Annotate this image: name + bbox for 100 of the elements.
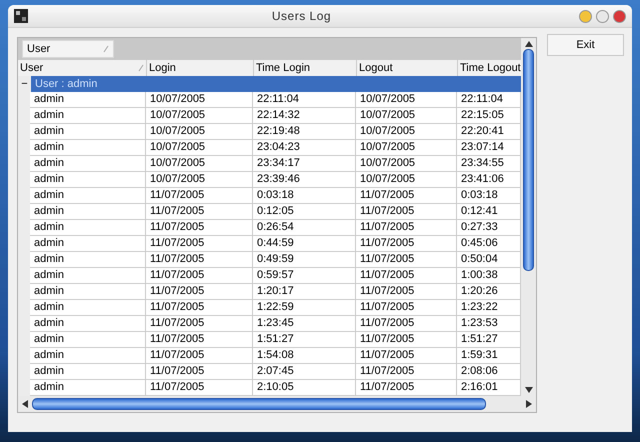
window-title: Users Log [270, 9, 332, 23]
table-cell: 1:22:59 [253, 300, 356, 316]
table-cell: 10/07/2005 [146, 108, 253, 124]
table-cell: admin [30, 188, 146, 204]
table-cell: admin [30, 236, 146, 252]
table-cell: 10/07/2005 [146, 172, 253, 188]
table-cell: 11/07/2005 [146, 284, 253, 300]
column-header[interactable]: Time Logout [458, 60, 522, 77]
table-cell: admin [30, 332, 146, 348]
table-cell: admin [30, 156, 146, 172]
table-cell: 22:14:32 [253, 108, 356, 124]
maximize-button[interactable] [596, 10, 609, 22]
column-header[interactable]: User [18, 60, 147, 77]
column-header[interactable]: Login [147, 60, 254, 77]
table-cell: admin [30, 284, 146, 300]
table-cell: admin [30, 268, 146, 284]
table-cell: 10/07/2005 [146, 156, 253, 172]
table-cell: 10/07/2005 [146, 124, 253, 140]
table-cell: 11/07/2005 [146, 316, 253, 332]
horizontal-scrollbar[interactable] [18, 396, 536, 412]
vertical-scrollbar[interactable] [521, 38, 536, 396]
header-label: Logout [359, 62, 393, 74]
exit-button[interactable]: Exit [547, 34, 624, 56]
table-cell: admin [30, 124, 146, 140]
table-cell: 0:03:18 [253, 188, 356, 204]
table-cell: 11/07/2005 [356, 236, 457, 252]
table-cell: 11/07/2005 [146, 268, 253, 284]
table-cell: admin [30, 220, 146, 236]
header-label: Login [149, 62, 176, 74]
table-cell: admin [30, 316, 146, 332]
group-row[interactable]: User : admin [31, 76, 521, 92]
table-cell: 10/07/2005 [146, 92, 253, 108]
table-cell: admin [30, 364, 146, 380]
table-cell: 0:59:57 [253, 268, 356, 284]
table-cell: 11/07/2005 [356, 252, 457, 268]
table-cell: admin [30, 252, 146, 268]
table-cell: 11/07/2005 [146, 220, 253, 236]
table-cell: admin [30, 92, 146, 108]
table-cell: admin [30, 204, 146, 220]
table-cell: 0:12:05 [253, 204, 356, 220]
table-cell: 0:26:54 [253, 220, 356, 236]
minimize-button[interactable] [579, 10, 592, 22]
table-cell: 10/07/2005 [356, 140, 457, 156]
table-cell: 22:11:04 [253, 92, 356, 108]
scroll-right-icon[interactable] [526, 400, 532, 408]
table-cell: 11/07/2005 [146, 252, 253, 268]
scrollbar-thumb[interactable] [523, 49, 534, 271]
table-cell: 0:49:59 [253, 252, 356, 268]
table-cell: 10/07/2005 [356, 108, 457, 124]
table-cell: 23:04:23 [253, 140, 356, 156]
table-cell: 11/07/2005 [356, 348, 457, 364]
table-cell: 10/07/2005 [356, 172, 457, 188]
scroll-up-icon[interactable] [524, 41, 532, 47]
table-cell: admin [30, 140, 146, 156]
table-cell: 11/07/2005 [146, 364, 253, 380]
table-cell: 11/07/2005 [356, 204, 457, 220]
table-cell: admin [30, 348, 146, 364]
table-cell: 11/07/2005 [146, 332, 253, 348]
table-cell: 23:34:17 [253, 156, 356, 172]
table-cell: 1:23:45 [253, 316, 356, 332]
table-cell: 11/07/2005 [356, 268, 457, 284]
table-cell: 10/07/2005 [356, 156, 457, 172]
chip-label: User [27, 43, 50, 55]
table-cell: 1:51:27 [253, 332, 356, 348]
table-cell: 11/07/2005 [356, 332, 457, 348]
table-cell: 11/07/2005 [356, 300, 457, 316]
group-chip[interactable]: User [22, 40, 114, 58]
table-cell: 11/07/2005 [356, 220, 457, 236]
table-cell: 11/07/2005 [146, 300, 253, 316]
table-cell: 10/07/2005 [146, 140, 253, 156]
table-cell: 1:20:17 [253, 284, 356, 300]
app-icon [14, 9, 28, 23]
header-label: Time Login [256, 62, 310, 74]
header-label: User [20, 62, 44, 74]
scroll-down-icon[interactable] [524, 387, 532, 393]
table-cell: 11/07/2005 [356, 188, 457, 204]
table-cell: 11/07/2005 [356, 284, 457, 300]
column-header[interactable]: Logout [357, 60, 458, 77]
close-button[interactable] [613, 10, 626, 22]
table-cell: admin [30, 300, 146, 316]
table-cell: 0:44:59 [253, 236, 356, 252]
table-cell: 22:19:48 [253, 124, 356, 140]
table-cell: 10/07/2005 [356, 124, 457, 140]
table-cell: 23:39:46 [253, 172, 356, 188]
table-cell: 11/07/2005 [146, 348, 253, 364]
scrollbar-thumb[interactable] [32, 398, 486, 410]
table-cell: admin [30, 108, 146, 124]
table-cell: 11/07/2005 [146, 236, 253, 252]
table-cell: 11/07/2005 [356, 316, 457, 332]
table-cell: admin [30, 172, 146, 188]
table-cell: 1:54:08 [253, 348, 356, 364]
table-cell: 11/07/2005 [146, 188, 253, 204]
collapse-toggle[interactable]: − [18, 76, 31, 92]
table-cell: 11/07/2005 [146, 204, 253, 220]
table-cell: 11/07/2005 [356, 364, 457, 380]
header-label: Time Logout [460, 62, 521, 74]
column-header[interactable]: Time Login [254, 60, 357, 77]
table-cell: 10/07/2005 [356, 92, 457, 108]
table-cell: 2:07:45 [253, 364, 356, 380]
scroll-left-icon[interactable] [22, 400, 28, 408]
